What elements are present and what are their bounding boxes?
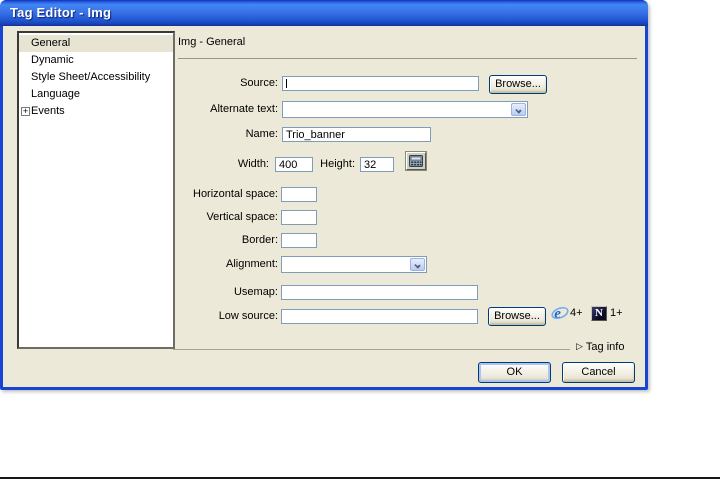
expand-plus-icon[interactable]: +: [21, 107, 30, 116]
calculator-icon: [409, 155, 423, 167]
sidebar-item-label: Events: [31, 105, 65, 117]
header-divider: [178, 58, 637, 59]
chevron-down-icon[interactable]: [410, 258, 425, 271]
netscape-icon: N: [591, 306, 607, 321]
height-label: Height:: [320, 158, 355, 170]
source-browse-button[interactable]: Browse...: [489, 75, 547, 94]
sidebar-item-general[interactable]: General: [19, 35, 173, 52]
title-bar[interactable]: Tag Editor - Img: [0, 0, 648, 26]
chevron-down-icon[interactable]: [511, 103, 526, 116]
horizontal-space-label: Horizontal space:: [193, 188, 278, 200]
netscape-version-label: 1+: [610, 307, 623, 319]
sidebar-item-label: Language: [31, 88, 80, 100]
low-source-input[interactable]: [281, 309, 478, 324]
window-title: Tag Editor - Img: [10, 5, 112, 20]
name-input[interactable]: [282, 127, 431, 142]
panel-title: Img - General: [178, 36, 246, 48]
calculator-button[interactable]: [405, 151, 427, 171]
vertical-space-label: Vertical space:: [206, 211, 278, 223]
tag-info-label: Tag info: [585, 341, 625, 353]
sidebar-item-label: Style Sheet/Accessibility: [31, 71, 151, 83]
internet-explorer-icon: e: [551, 304, 569, 322]
horizontal-space-input[interactable]: [281, 187, 317, 202]
source-input[interactable]: [282, 76, 479, 91]
sidebar-item-events[interactable]: + Events: [19, 103, 173, 120]
border-input[interactable]: [281, 233, 317, 248]
alignment-combobox[interactable]: [281, 256, 427, 273]
usemap-input[interactable]: [281, 285, 478, 300]
page-bottom-rule: [0, 477, 720, 479]
sidebar-item-style-sheet-accessibility[interactable]: Style Sheet/Accessibility: [19, 69, 173, 86]
sidebar-item-dynamic[interactable]: Dynamic: [19, 52, 173, 69]
cancel-button[interactable]: Cancel: [562, 362, 635, 383]
low-source-browse-button[interactable]: Browse...: [488, 307, 546, 326]
sidebar-item-label: General: [31, 37, 71, 49]
ie-version-label: 4+: [570, 307, 583, 319]
name-label: Name:: [245, 128, 278, 140]
footer-divider: [173, 349, 570, 350]
tag-editor-dialog: Tag Editor - Img General Dynamic Style S…: [0, 0, 648, 390]
source-label: Source:: [240, 77, 278, 89]
triangle-right-icon: ▷: [576, 341, 583, 351]
height-input[interactable]: [360, 157, 394, 172]
usemap-label: Usemap:: [233, 286, 278, 298]
ok-button[interactable]: OK: [478, 362, 551, 383]
alternate-text-label: Alternate text:: [210, 103, 278, 115]
alternate-text-combobox[interactable]: [282, 101, 528, 118]
sidebar-item-label: Dynamic: [31, 54, 74, 66]
border-label: Border:: [241, 234, 278, 246]
category-list: General Dynamic Style Sheet/Accessibilit…: [17, 31, 175, 349]
text-caret: [286, 79, 287, 88]
low-source-label: Low source:: [218, 310, 278, 322]
sidebar-item-language[interactable]: Language: [19, 86, 173, 103]
tag-info-toggle[interactable]: ▷ Tag info: [576, 341, 624, 353]
vertical-space-input[interactable]: [281, 210, 317, 225]
alignment-label: Alignment:: [226, 258, 278, 270]
